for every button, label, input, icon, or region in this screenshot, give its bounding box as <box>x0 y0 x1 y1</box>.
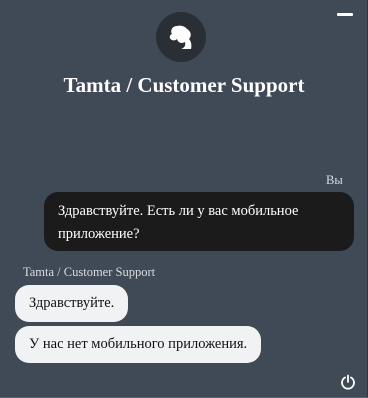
agent-message-bubble: Здравствуйте. <box>15 285 129 322</box>
chat-widget: Tamta / Customer Support Вы Здравствуйте… <box>0 0 368 398</box>
user-silhouette-icon <box>169 25 192 49</box>
power-icon[interactable] <box>340 374 356 390</box>
minimize-icon[interactable] <box>337 13 353 16</box>
page-title: Tamta / Customer Support <box>63 73 305 97</box>
agent-message-bubble: У нас нет мобильного приложения. <box>15 326 262 363</box>
message-sender-label: Вы <box>326 173 343 187</box>
avatar <box>156 12 206 62</box>
message-sender-label: Tamta / Customer Support <box>23 265 156 279</box>
user-message-bubble: Здравствуйте. Есть ли у вас мобильное пр… <box>44 192 354 251</box>
